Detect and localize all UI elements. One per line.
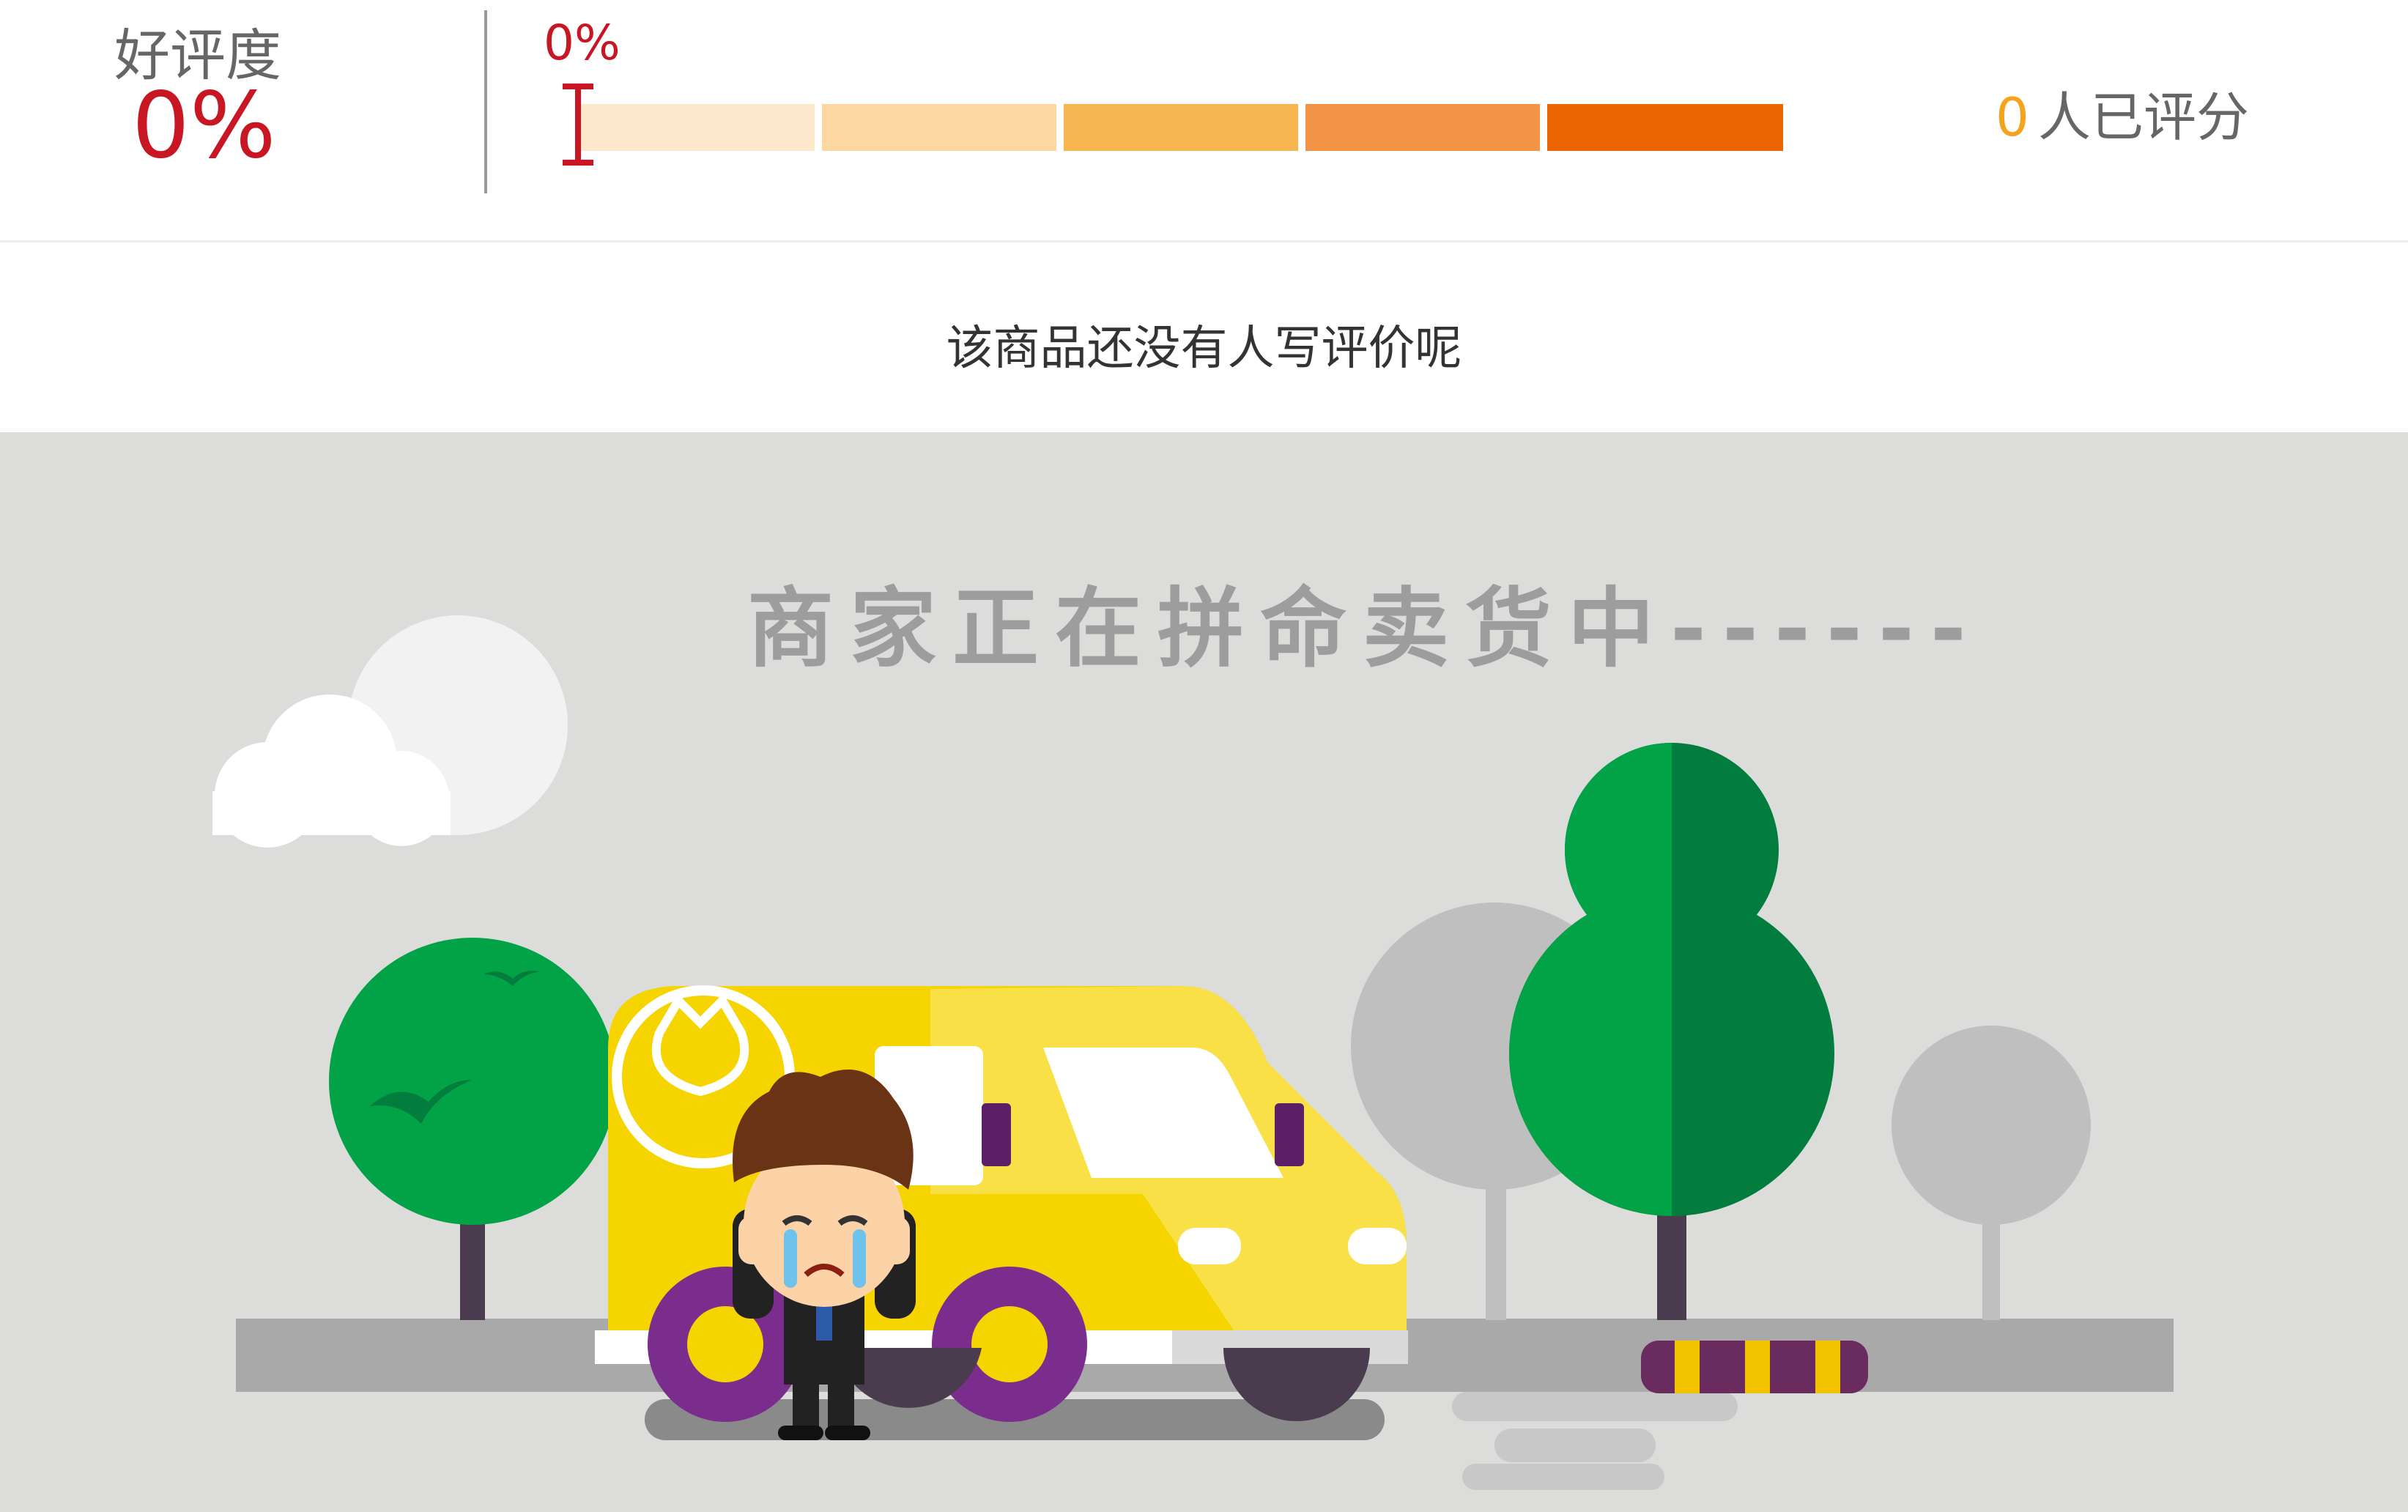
rating-bar-segment-5 [1547, 104, 1783, 151]
rating-bar-segment-2 [822, 104, 1056, 151]
rating-count-label: 人已评分 [2038, 86, 2250, 148]
rating-header: 好评度 0% 0% 0 人已评分 [0, 0, 2408, 242]
illustration-title: 商家正在拼命卖货中------ [747, 578, 1982, 679]
rating-bar-marker [563, 84, 593, 166]
empty-state-illustration: 商家正在拼命卖货中------ [0, 432, 2408, 1512]
rating-count: 0 [1996, 86, 2029, 148]
empty-reviews-message: 该商品还没有人写评价呢 [946, 322, 1462, 376]
rating-bar-percent: 0% [544, 15, 620, 71]
rating-bar-segment-4 [1305, 104, 1540, 151]
rating-bar-segment-1 [576, 104, 815, 151]
good-rate-value: 0% [132, 73, 276, 179]
header-divider [484, 10, 487, 193]
rating-bar-segment-3 [1064, 104, 1298, 151]
